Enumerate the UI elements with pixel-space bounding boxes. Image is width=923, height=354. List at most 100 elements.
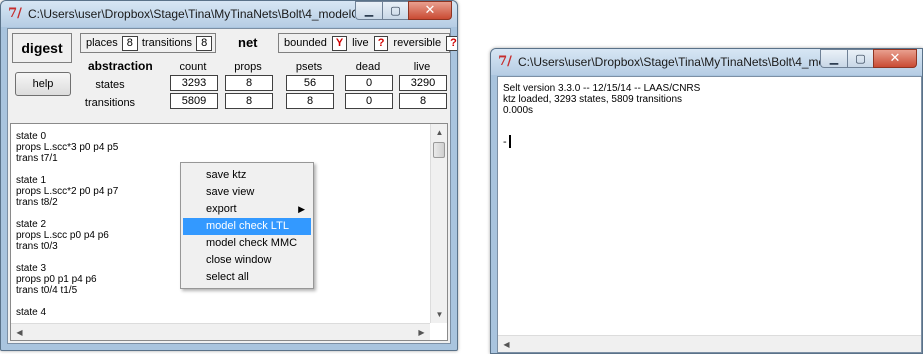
transitions-dead-cell: 0 (345, 93, 393, 109)
menu-item-label: model check MMC (206, 237, 298, 249)
transitions-live-cell: 8 (399, 93, 447, 109)
horizontal-scrollbar[interactable]: ◀ (498, 335, 921, 352)
console-text-area[interactable]: Selt version 3.3.0 -- 12/15/14 -- LAAS/C… (497, 76, 922, 353)
transitions-count-cell: 5809 (170, 93, 218, 109)
state-list-line: state 4 (16, 307, 47, 318)
digest-label: digest (12, 33, 72, 63)
states-count-cell: 3293 (170, 75, 218, 91)
transitions-psets-cell: 8 (286, 93, 334, 109)
net-label: net (238, 35, 258, 50)
column-header-props: props (234, 61, 262, 73)
minimize-button[interactable]: ▁ (355, 1, 382, 20)
state-list-line (16, 296, 118, 307)
window-title: C:\Users\user\Dropbox\Stage\Tina\MyTinaN… (28, 7, 355, 21)
state-list-line: state 2 (16, 219, 47, 230)
live-value: ? (373, 35, 389, 51)
state-list-lines: state 0 props L.scc*3 p0 p4 p5 trans t7/1 s… (16, 131, 118, 318)
menu-item-label: select all (206, 271, 249, 283)
menu-item-label: close window (206, 254, 272, 266)
text-cursor (508, 135, 511, 148)
console-prompt[interactable]: - (503, 135, 511, 148)
console-line: 0.000s (503, 105, 534, 116)
menu-item-export[interactable]: export ▶ (183, 201, 311, 218)
states-dead-cell: 0 (345, 75, 393, 91)
column-header-live: live (413, 61, 431, 73)
reversible-label: reversible (393, 37, 442, 49)
tina-app-icon: 7/ (498, 54, 512, 69)
menu-item-model-check-mmc[interactable]: model check MMC (183, 235, 311, 252)
scroll-left-icon[interactable]: ◀ (498, 336, 515, 353)
live-label: live (352, 37, 369, 49)
menu-item-model-check-ltl[interactable]: model check LTL (183, 218, 311, 235)
state-list-line: props L.scc*3 p0 p4 p5 (16, 142, 119, 153)
scroll-left-icon[interactable]: ◀ (11, 324, 28, 341)
menu-item-select-all[interactable]: select all (183, 269, 311, 286)
state-list-line: trans t8/2 (16, 197, 58, 208)
scroll-right-icon[interactable]: ▶ (413, 324, 430, 341)
tina-digest-window: 7/ C:\Users\user\Dropbox\Stage\Tina\MyTi… (0, 0, 458, 351)
net-properties-box: bounded Y live ? reversible ? (278, 33, 457, 53)
states-props-cell: 8 (225, 75, 273, 91)
scroll-down-icon[interactable]: ▼ (431, 306, 448, 323)
console-line: Selt version 3.3.0 -- 12/15/14 -- LAAS/C… (503, 83, 701, 94)
column-header-count: count (179, 61, 207, 73)
menu-item-label: save view (206, 186, 255, 198)
close-button[interactable]: ✕ (408, 1, 452, 20)
submenu-arrow-icon: ▶ (298, 204, 305, 214)
places-label: places (86, 37, 118, 49)
bounded-label: bounded (284, 37, 327, 49)
horizontal-scrollbar[interactable]: ◀ ▶ (11, 323, 430, 340)
scroll-up-icon[interactable]: ▲ (431, 124, 448, 141)
close-icon: ✕ (889, 51, 901, 66)
states-psets-cell: 56 (286, 75, 334, 91)
maximize-icon: ▢ (855, 53, 866, 65)
abstraction-label: abstraction (88, 59, 153, 73)
close-icon: ✕ (424, 3, 436, 18)
console-output: Selt version 3.3.0 -- 12/15/14 -- LAAS/C… (503, 83, 700, 116)
maximize-button[interactable]: ▢ (847, 49, 873, 68)
menu-item-close-window[interactable]: close window (183, 252, 311, 269)
help-button[interactable]: help (15, 72, 71, 96)
state-list-line (16, 208, 118, 219)
transitions-props-cell: 8 (225, 93, 273, 109)
state-list-line: props L.scc p0 p4 p6 (16, 230, 109, 241)
reversible-value: ? (446, 35, 457, 51)
state-list-line (16, 252, 118, 263)
menu-item-label: export (206, 203, 237, 215)
state-list-line: state 0 (16, 131, 47, 142)
column-header-dead: dead (355, 61, 381, 73)
places-transitions-box: places 8 transitions 8 (80, 33, 216, 53)
state-list-line: trans t0/4 t1/5 (16, 285, 78, 296)
window-title: C:\Users\user\Dropbox\Stage\Tina\MyTinaN… (518, 55, 820, 69)
transitions-label: transitions (141, 37, 193, 49)
vertical-scrollbar[interactable]: ▲ ▼ (430, 124, 447, 323)
title-bar[interactable]: 7/ C:\Users\user\Dropbox\Stage\Tina\MyTi… (1, 1, 457, 27)
state-list-line: trans t0/3 (16, 241, 58, 252)
menu-item-label: model check LTL (206, 220, 289, 232)
minimize-button[interactable]: ▁ (820, 49, 847, 68)
maximize-button[interactable]: ▢ (382, 1, 408, 20)
state-list-line: trans t7/1 (16, 153, 58, 164)
title-bar[interactable]: 7/ C:\Users\user\Dropbox\Stage\Tina\MyTi… (491, 49, 922, 75)
prompt-symbol: - (503, 135, 507, 148)
state-list-line: state 3 (16, 263, 47, 274)
places-value: 8 (121, 35, 138, 51)
minimize-icon: ▁ (364, 5, 374, 17)
scroll-thumb[interactable] (433, 142, 445, 158)
selt-console-window: 7/ C:\Users\user\Dropbox\Stage\Tina\MyTi… (490, 48, 923, 354)
state-list-line (16, 164, 118, 175)
transitions-value: 8 (196, 35, 213, 51)
column-header-psets: psets (295, 61, 323, 73)
menu-item-save-ktz[interactable]: save ktz (183, 167, 311, 184)
close-button[interactable]: ✕ (873, 49, 917, 68)
console-line: ktz loaded, 3293 states, 5809 transition… (503, 94, 683, 105)
state-list-line: state 1 (16, 175, 47, 186)
menu-item-label: save ktz (206, 169, 247, 181)
bounded-value: Y (331, 35, 348, 51)
state-list-line: props L.scc*2 p0 p4 p7 (16, 186, 119, 197)
states-live-cell: 3290 (399, 75, 447, 91)
row-label-states: states (95, 79, 125, 91)
context-menu: save ktz save view export ▶ model check L… (180, 162, 314, 289)
maximize-icon: ▢ (390, 5, 401, 17)
menu-item-save-view[interactable]: save view (183, 184, 311, 201)
